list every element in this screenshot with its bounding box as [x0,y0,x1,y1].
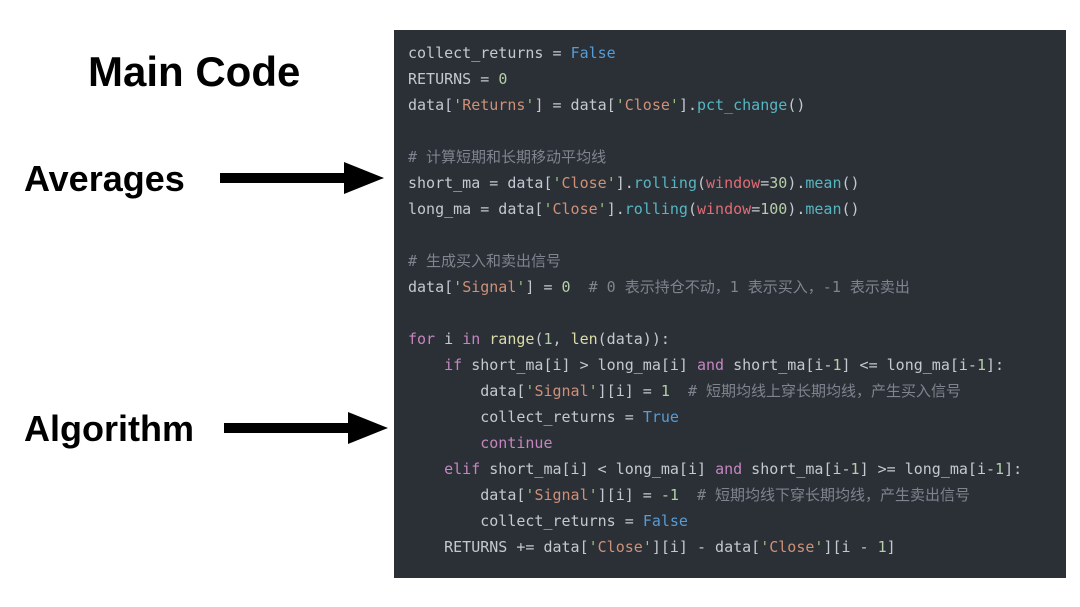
arrow-icon [220,408,390,453]
title-main-code: Main Code [88,48,300,96]
label-algorithm: Algorithm [24,408,194,450]
arrow-icon [216,158,386,203]
label-averages: Averages [24,158,185,200]
code-editor: collect_returns = False RETURNS = 0 data… [394,30,1066,578]
code-text: collect_returns = False RETURNS = 0 data… [408,44,1022,556]
